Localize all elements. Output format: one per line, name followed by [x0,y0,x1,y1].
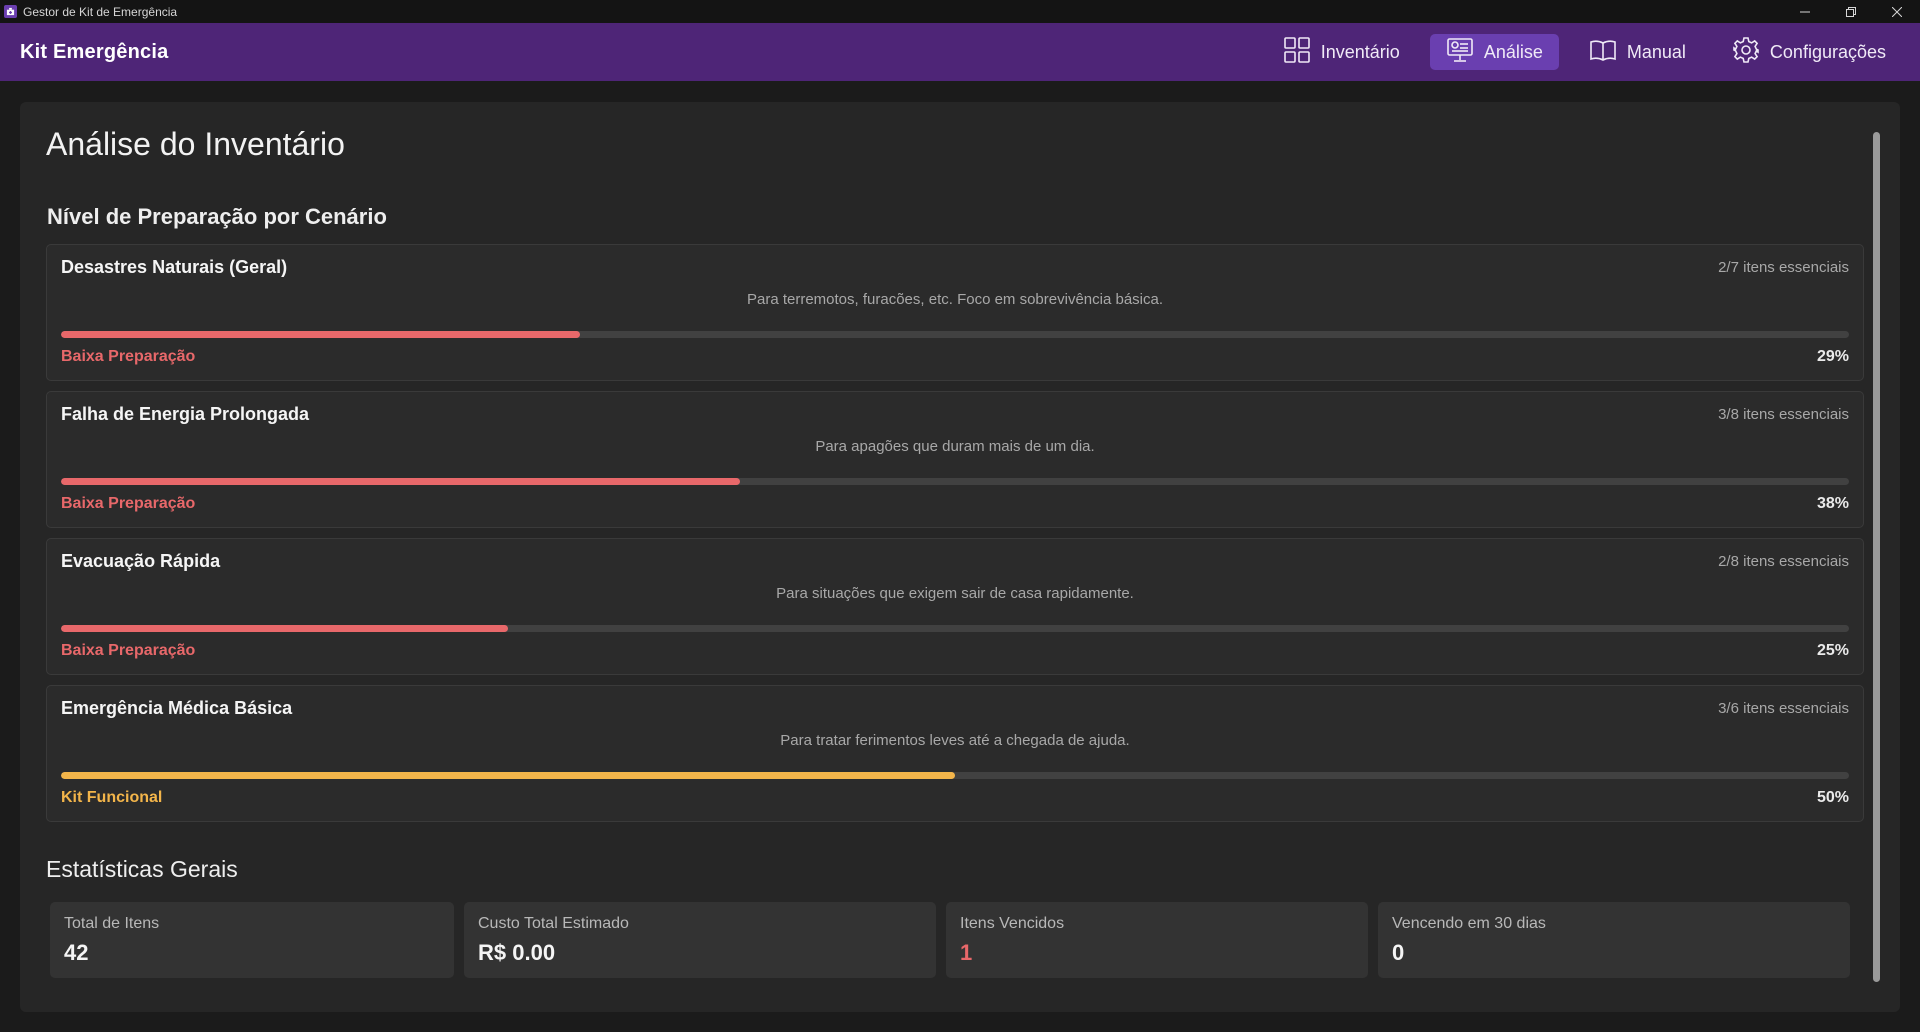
scenario-percent: 25% [1816,642,1849,659]
gear-icon [1732,36,1760,69]
nav-analise-label: Análise [1483,41,1543,62]
scenario-percent: 38% [1816,495,1849,512]
scenarios-section-title: Nível de Preparação por Cenário [47,204,387,229]
scenario-title: Desastres Naturais (Geral) [61,257,288,277]
nav-analise[interactable]: Análise [1429,34,1559,70]
scenario-card: Evacuação Rápida 2/8 itens essenciais Pa… [46,538,1864,675]
scenario-description: Para apagões que duram mais de um dia. [815,438,1095,455]
scenario-percent: 50% [1816,789,1849,806]
close-button[interactable] [1874,0,1920,23]
stat-value: R$ 0.00 [478,940,556,965]
scenario-description: Para terremotos, furacões, etc. Foco em … [746,291,1163,308]
scenario-count: 3/6 itens essenciais [1718,700,1849,717]
stat-card-expired-items: Itens Vencidos 1 [946,902,1368,978]
scenario-status: Baixa Preparação [61,642,196,659]
progress-bar [61,772,1849,779]
main-panel: Análise do Inventário Nível de Preparaçã… [20,102,1900,1012]
nav-manual[interactable]: Manual [1573,34,1702,70]
scenario-title: Falha de Energia Prolongada [61,404,310,424]
nav-configuracoes[interactable]: Configurações [1716,34,1902,70]
stat-card-total-items: Total de Itens 42 [50,902,454,978]
progress-fill [61,625,508,632]
stat-value: 1 [960,940,973,965]
scenario-count: 2/8 itens essenciais [1718,553,1849,570]
window-titlebar: Gestor de Kit de Emergência [0,0,1920,23]
stats-section-title: Estatísticas Gerais [46,856,238,882]
book-icon [1589,36,1617,69]
grid-icon [1283,36,1311,69]
progress-bar [61,625,1849,632]
scenario-card: Desastres Naturais (Geral) 2/7 itens ess… [46,244,1864,381]
scenario-status: Baixa Preparação [61,495,196,512]
monitor-chart-icon [1446,36,1474,69]
brand-title: Kit Emergência [20,40,169,63]
stat-label: Vencendo em 30 dias [1392,915,1546,932]
stats-row: Total de Itens 42 Custo Total Estimado R… [50,902,1860,978]
nav-inventario[interactable]: Inventário [1267,34,1416,70]
progress-fill [61,772,955,779]
scenario-description: Para tratar ferimentos leves até a chega… [780,732,1130,749]
scenario-percent: 29% [1816,348,1849,365]
stat-card-total-cost: Custo Total Estimado R$ 0.00 [464,902,936,978]
progress-bar [61,331,1849,338]
app-header: Kit Emergência Inventário Análise Manual… [0,23,1920,81]
minimize-button[interactable] [1782,0,1828,23]
scenario-count: 3/8 itens essenciais [1718,406,1849,423]
window-title: Gestor de Kit de Emergência [23,4,178,19]
page-title: Análise do Inventário [46,126,345,162]
stat-label: Total de Itens [64,915,160,932]
scenario-description: Para situações que exigem sair de casa r… [776,585,1134,602]
scenario-card: Emergência Médica Básica 3/6 itens essen… [46,685,1864,822]
nav-configuracoes-label: Configurações [1769,41,1886,62]
nav-manual-label: Manual [1626,41,1686,62]
progress-fill [61,478,741,485]
vertical-scrollbar[interactable] [1873,132,1880,982]
app-icon [4,5,17,18]
stat-label: Custo Total Estimado [478,915,629,932]
progress-fill [61,331,580,338]
stat-value: 42 [64,940,89,965]
scenario-status: Baixa Preparação [61,348,196,365]
scenario-status: Kit Funcional [61,789,163,806]
scenario-title: Emergência Médica Básica [61,698,293,718]
main-nav: Inventário Análise Manual Configurações [1267,34,1902,70]
progress-bar [61,478,1849,485]
scenario-count: 2/7 itens essenciais [1718,259,1849,276]
scenarios-list: Desastres Naturais (Geral) 2/7 itens ess… [46,244,1864,832]
restore-button[interactable] [1828,0,1874,23]
stat-value: 0 [1392,940,1405,965]
scenario-title: Evacuação Rápida [61,551,221,571]
nav-inventario-label: Inventário [1320,41,1400,62]
scenario-card: Falha de Energia Prolongada 3/8 itens es… [46,391,1864,528]
stat-card-expiring-soon: Vencendo em 30 dias 0 [1378,902,1850,978]
stat-label: Itens Vencidos [960,915,1065,932]
